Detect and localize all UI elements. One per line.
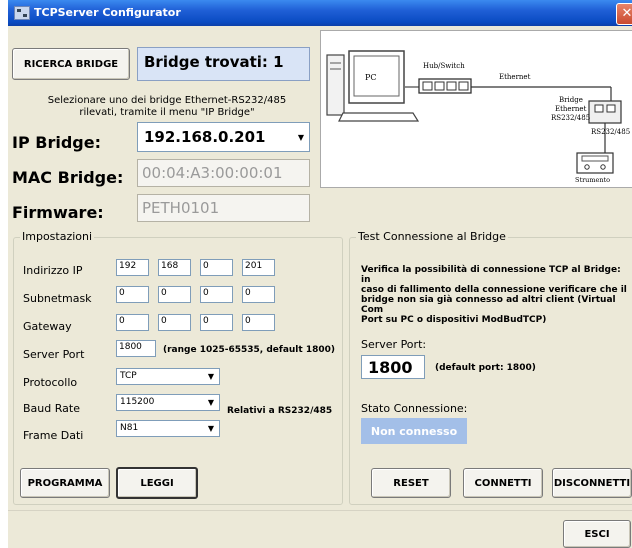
baud-rate-value: 115200 [120, 397, 155, 407]
frame-data-select[interactable]: N81 ▼ [116, 420, 220, 437]
server-port-range-hint: (range 1025-65535, default 1800) [163, 345, 335, 355]
description-line-3: bridge non sia già connesso ad altri cli… [361, 295, 616, 315]
network-diagram: PC Hub/Switch Ethernet Bridge Ethernet R… [320, 30, 632, 188]
bottom-button-bar [8, 510, 632, 548]
frame-data-label: Frame Dati [23, 429, 84, 442]
connect-button[interactable]: CONNETTI [463, 468, 543, 498]
mask-octet-3[interactable]: 0 [200, 286, 233, 303]
gateway-octet-3[interactable]: 0 [200, 314, 233, 331]
diagram-bridge-line3: RS232/485 [551, 114, 590, 122]
ip-octet-3[interactable]: 0 [200, 259, 233, 276]
server-port-label: Server Port [23, 348, 85, 361]
hint-line-2: rilevati, tramite il menu "IP Bridge" [79, 107, 255, 118]
firmware-field: PETH0101 [137, 194, 310, 222]
diagram-ethernet-label: Ethernet [499, 73, 531, 81]
exit-button[interactable]: ESCI [563, 520, 631, 548]
ip-address-label: Indirizzo IP [23, 264, 83, 277]
search-bridge-button[interactable]: RICERCA BRIDGE [12, 48, 130, 80]
mask-octet-4[interactable]: 0 [242, 286, 275, 303]
chevron-down-icon[interactable]: ▼ [294, 124, 308, 150]
close-icon[interactable]: ✕ [616, 3, 632, 25]
mac-bridge-field: 00:04:A3:00:00:01 [137, 159, 310, 187]
disconnect-button[interactable]: DISCONNETTI [552, 468, 632, 498]
read-button[interactable]: LEGGI [116, 467, 198, 499]
ip-bridge-label: IP Bridge: [12, 133, 101, 152]
ip-bridge-select[interactable]: 192.168.0.201 ▼ [137, 122, 310, 152]
title-bar: TCPServer Configurator ✕ [8, 0, 632, 26]
chevron-down-icon[interactable]: ▼ [204, 396, 218, 409]
window-title: TCPServer Configurator [34, 6, 181, 19]
frame-data-value: N81 [120, 423, 139, 433]
hint-line-1: Selezionare uno dei bridge Ethernet-RS23… [47, 95, 287, 106]
select-bridge-hint: Selezionare uno dei bridge Ethernet-RS23… [12, 95, 322, 119]
baud-rate-label: Baud Rate [23, 402, 80, 415]
main-window: TCPServer Configurator ✕ RICERCA BRIDGE … [8, 0, 632, 548]
server-port-field[interactable]: 1800 [116, 340, 156, 357]
test-connection-description: Verifica la possibilità di connessione T… [361, 265, 631, 325]
gateway-octet-2[interactable]: 0 [158, 314, 191, 331]
description-line-1: Verifica la possibilità di connessione T… [361, 265, 621, 285]
diagram-bridge-line1: Bridge [559, 96, 583, 104]
test-server-port-field[interactable]: 1800 [361, 355, 425, 379]
network-app-icon [14, 6, 30, 20]
default-port-hint: (default port: 1800) [435, 363, 536, 373]
subnetmask-label: Subnetmask [23, 292, 92, 305]
description-line-4: Port su PC o dispositivi ModBudTCP) [361, 315, 547, 325]
chevron-down-icon[interactable]: ▼ [204, 370, 218, 383]
settings-legend: Impostazioni [20, 230, 95, 243]
ip-octet-2[interactable]: 168 [158, 259, 191, 276]
gateway-label: Gateway [23, 320, 72, 333]
ip-octet-1[interactable]: 192 [116, 259, 149, 276]
rs232-note: Relativi a RS232/485 [227, 406, 333, 416]
diagram-bridge-line2: Ethernet [555, 105, 587, 113]
gateway-octet-1[interactable]: 0 [116, 314, 149, 331]
protocol-select[interactable]: TCP ▼ [116, 368, 220, 385]
connection-status-badge: Non connesso [361, 418, 467, 444]
chevron-down-icon[interactable]: ▼ [204, 422, 218, 435]
mask-octet-2[interactable]: 0 [158, 286, 191, 303]
program-button[interactable]: PROGRAMMA [20, 468, 110, 498]
firmware-label: Firmware: [12, 203, 104, 222]
connection-status-label: Stato Connessione: [361, 402, 468, 415]
diagram-hub-label: Hub/Switch [423, 62, 465, 70]
baud-rate-select[interactable]: 115200 ▼ [116, 394, 220, 411]
description-line-2: caso di fallimento della connessione ver… [361, 285, 627, 295]
ip-bridge-value: 192.168.0.201 [144, 128, 266, 146]
ip-octet-4[interactable]: 201 [242, 259, 275, 276]
test-connection-legend: Test Connessione al Bridge [356, 230, 508, 243]
protocol-label: Protocollo [23, 376, 78, 389]
diagram-instrument-label: Strumento [575, 176, 610, 184]
bridges-found-count: Bridge trovati: 1 [137, 47, 310, 81]
protocol-value: TCP [120, 371, 137, 381]
diagram-pc-label: PC [365, 73, 377, 82]
test-server-port-label: Server Port: [361, 338, 427, 351]
diagram-rs-label: RS232/485 [591, 128, 630, 136]
reset-button[interactable]: RESET [371, 468, 451, 498]
mask-octet-1[interactable]: 0 [116, 286, 149, 303]
mac-bridge-label: MAC Bridge: [12, 168, 124, 187]
gateway-octet-4[interactable]: 0 [242, 314, 275, 331]
